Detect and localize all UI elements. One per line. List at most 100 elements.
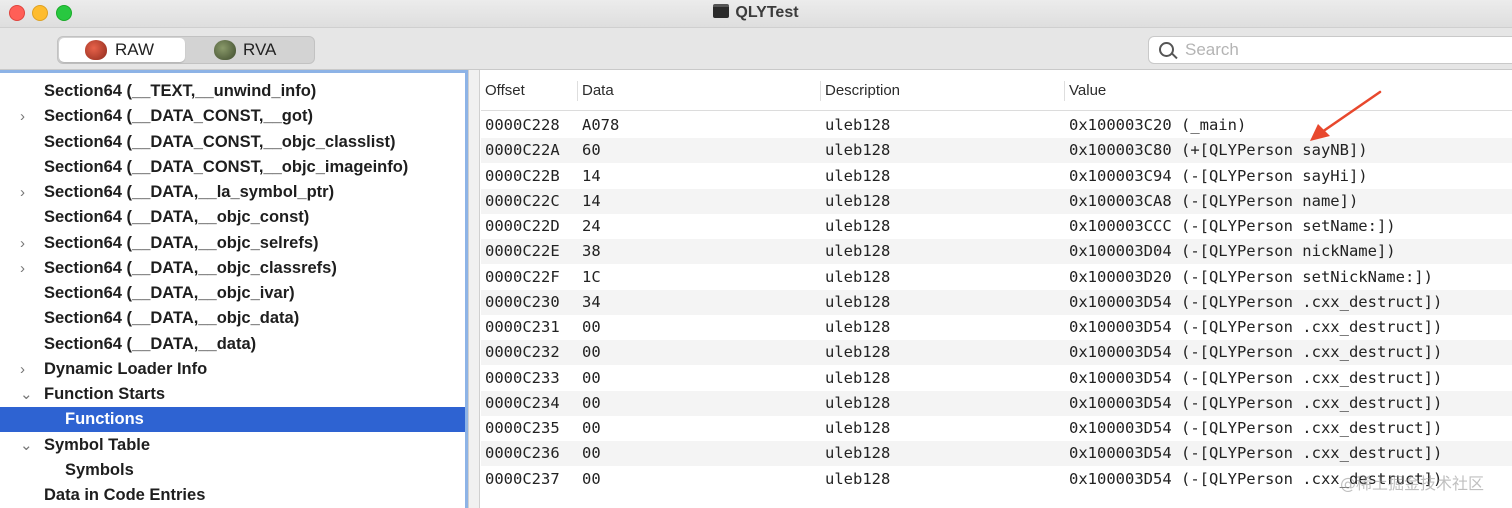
sidebar-item-label: Section64 (__DATA,__objc_selrefs) <box>44 233 319 252</box>
chevron-right-icon[interactable]: › <box>20 357 34 382</box>
rva-apple-icon <box>214 40 236 60</box>
cell-value: 0x100003D04 (-[QLYPerson nickName]) <box>1069 242 1396 261</box>
sidebar-item-label: Symbol Table <box>44 435 151 454</box>
sidebar-item-label: Section64 (__DATA,__objc_classrefs) <box>44 258 337 277</box>
sidebar-item-label: Dynamic Loader Info <box>44 359 208 378</box>
cell-value: 0x100003D54 (-[QLYPerson .cxx_destruct]) <box>1069 318 1443 336</box>
table-row[interactable]: 0000C232 00 uleb128 0x100003D54 (-[QLYPerso… <box>481 340 1512 366</box>
sidebar-tree-item[interactable]: › Section64 (__DATA,__objc_selrefs) <box>0 231 465 256</box>
cell-offset: 0000C235 <box>485 419 560 437</box>
table-row[interactable]: 0000C234 00 uleb128 0x100003D54 (-[QLYPerso… <box>481 390 1512 416</box>
sidebar-tree-item[interactable]: Section64 (__TEXT,__unwind_info) <box>0 79 465 104</box>
cell-data: 00 <box>582 318 601 336</box>
window-title: QLYTest <box>735 4 799 21</box>
table-row[interactable]: 0000C233 00 uleb128 0x100003D54 (-[QLYPerso… <box>481 366 1512 391</box>
cell-data: 14 <box>582 166 601 185</box>
column-separator[interactable] <box>820 81 821 101</box>
sidebar-item-label: Function Starts <box>44 385 166 403</box>
sidebar-tree-item[interactable]: › Section64 (__DATA,__la_symbol_ptr) <box>0 180 465 205</box>
sidebar-tree-item[interactable]: ⌄ Symbol Table <box>0 433 465 458</box>
address-mode-segmented-control: RAW RVA <box>57 36 315 64</box>
cell-offset: 0000C231 <box>485 318 560 336</box>
search-box[interactable] <box>1148 36 1512 64</box>
cell-data: 14 <box>582 191 601 210</box>
raw-apple-icon <box>85 40 107 60</box>
sidebar-tree-item[interactable]: Section64 (__DATA_CONST,__objc_imageinfo… <box>0 155 465 180</box>
sidebar-item-label: Section64 (__DATA,__objc_ivar) <box>44 284 295 302</box>
sidebar-item-label: Symbols <box>65 460 134 479</box>
sidebar-tree-item[interactable]: Data in Code Entries <box>0 483 465 508</box>
sidebar-tree-item[interactable]: Section64 (__DATA_CONST,__objc_classlist… <box>0 130 465 155</box>
table-row[interactable]: 0000C22B 14 uleb128 0x100003C94 (-[QLYPerso… <box>481 164 1512 189</box>
sidebar-tree-item[interactable]: › Section64 (__DATA,__objc_classrefs) <box>0 256 465 281</box>
column-header-data[interactable]: Data <box>582 82 614 102</box>
sidebar-tree-item[interactable]: Section64 (__DATA,__objc_const) <box>0 205 465 230</box>
cell-data: 00 <box>582 393 601 412</box>
sidebar-tree-item[interactable]: Functions <box>0 407 465 433</box>
sidebar-item-label: Section64 (__DATA,__la_symbol_ptr) <box>44 183 335 201</box>
toolbar: RAW RVA <box>0 28 1512 70</box>
sidebar-tree-item[interactable]: › Dynamic Loader Info <box>0 357 465 382</box>
cell-description: uleb128 <box>825 318 891 336</box>
column-separator[interactable] <box>1064 81 1065 101</box>
cell-data: 00 <box>582 368 601 387</box>
sidebar-item-label: Data in Code Entries <box>44 486 206 504</box>
cell-description: uleb128 <box>825 469 891 488</box>
table-row[interactable]: 0000C22F 1C uleb128 0x100003D20 (-[QLYPerso… <box>481 265 1512 290</box>
sidebar-tree-item[interactable]: Section64 (__DATA,__data) <box>0 332 465 357</box>
column-separator[interactable] <box>577 81 578 101</box>
sidebar-tree-item[interactable]: Symbols <box>0 458 465 483</box>
cell-description: uleb128 <box>825 166 891 185</box>
cell-data: 00 <box>582 343 601 362</box>
chevron-right-icon[interactable]: › <box>20 180 34 205</box>
rva-mode-label: RVA <box>243 40 277 59</box>
sidebar-item-label: Section64 (__DATA_CONST,__got) <box>44 107 313 126</box>
watermark: @稀土掘金技术社区 <box>1340 474 1485 493</box>
cell-value: 0x100003D20 (-[QLYPerson setNickName:]) <box>1069 267 1433 286</box>
cell-data: 60 <box>582 141 601 160</box>
cell-offset: 0000C234 <box>485 393 560 412</box>
cell-description: uleb128 <box>825 292 891 311</box>
rva-mode-button[interactable]: RVA <box>187 38 313 62</box>
cell-offset: 0000C22B <box>485 166 560 185</box>
cell-offset: 0000C22D <box>485 217 560 235</box>
table-row[interactable]: 0000C230 34 uleb128 0x100003D54 (-[QLYPerso… <box>481 289 1512 315</box>
cell-offset: 0000C228 <box>485 116 560 134</box>
raw-mode-button[interactable]: RAW <box>59 38 185 62</box>
title-bar: QLYTest <box>0 0 1512 28</box>
cell-value: 0x100003D54 (-[QLYPerson .cxx_destruct]) <box>1069 444 1443 463</box>
chevron-right-icon[interactable]: › <box>20 104 34 129</box>
chevron-down-icon[interactable]: ⌄ <box>20 382 34 407</box>
chevron-right-icon[interactable]: › <box>20 256 34 281</box>
cell-description: uleb128 <box>825 419 891 437</box>
cell-offset: 0000C22A <box>485 141 560 160</box>
sidebar-tree-item[interactable]: › Section64 (__DATA_CONST,__got) <box>0 104 465 129</box>
table-row[interactable]: 0000C22E 38 uleb128 0x100003D04 (-[QLYPerso… <box>481 239 1512 265</box>
cell-value: 0x100003D54 (-[QLYPerson .cxx_destruct]) <box>1069 343 1443 362</box>
search-icon <box>1159 42 1174 57</box>
cell-offset: 0000C232 <box>485 343 560 362</box>
column-header-offset[interactable]: Offset <box>485 82 525 102</box>
column-header-value[interactable]: Value <box>1069 82 1106 102</box>
sidebar-tree[interactable]: Section64 (__TEXT,__unwind_info) › Section… <box>0 70 468 508</box>
sidebar-tree-item[interactable]: Section64 (__DATA,__objc_data) <box>0 306 465 331</box>
cell-value: 0x100003D54 (-[QLYPerson .cxx_destruct]) <box>1069 393 1443 412</box>
table-row[interactable]: 0000C236 00 uleb128 0x100003D54 (-[QLYPerso… <box>481 441 1512 467</box>
cell-value: 0x100003C20 (_main) <box>1069 116 1247 134</box>
column-header-description[interactable]: Description <box>825 82 900 102</box>
table-row[interactable]: 0000C235 00 uleb128 0x100003D54 (-[QLYPerso… <box>481 416 1512 441</box>
sidebar-tree-item[interactable]: ⌄ Function Starts <box>0 382 465 407</box>
table-row[interactable]: 0000C231 00 uleb128 0x100003D54 (-[QLYPerso… <box>481 315 1512 340</box>
split-view-divider[interactable] <box>468 70 480 508</box>
chevron-down-icon[interactable]: ⌄ <box>20 433 34 458</box>
table-row[interactable]: 0000C22C 14 uleb128 0x100003CA8 (-[QLYPerso… <box>481 188 1512 214</box>
cell-description: uleb128 <box>825 217 891 235</box>
raw-mode-label: RAW <box>115 40 155 59</box>
chevron-right-icon[interactable]: › <box>20 231 34 256</box>
cell-offset: 0000C237 <box>485 469 560 488</box>
sidebar-tree-item[interactable]: Section64 (__DATA,__objc_ivar) <box>0 281 465 306</box>
table-row[interactable]: 0000C22D 24 uleb128 0x100003CCC (-[QLYPerso… <box>481 214 1512 239</box>
search-input[interactable] <box>1185 39 1512 61</box>
cell-data: 00 <box>582 444 601 463</box>
sidebar-item-label: Section64 (__DATA,__data) <box>44 334 257 353</box>
